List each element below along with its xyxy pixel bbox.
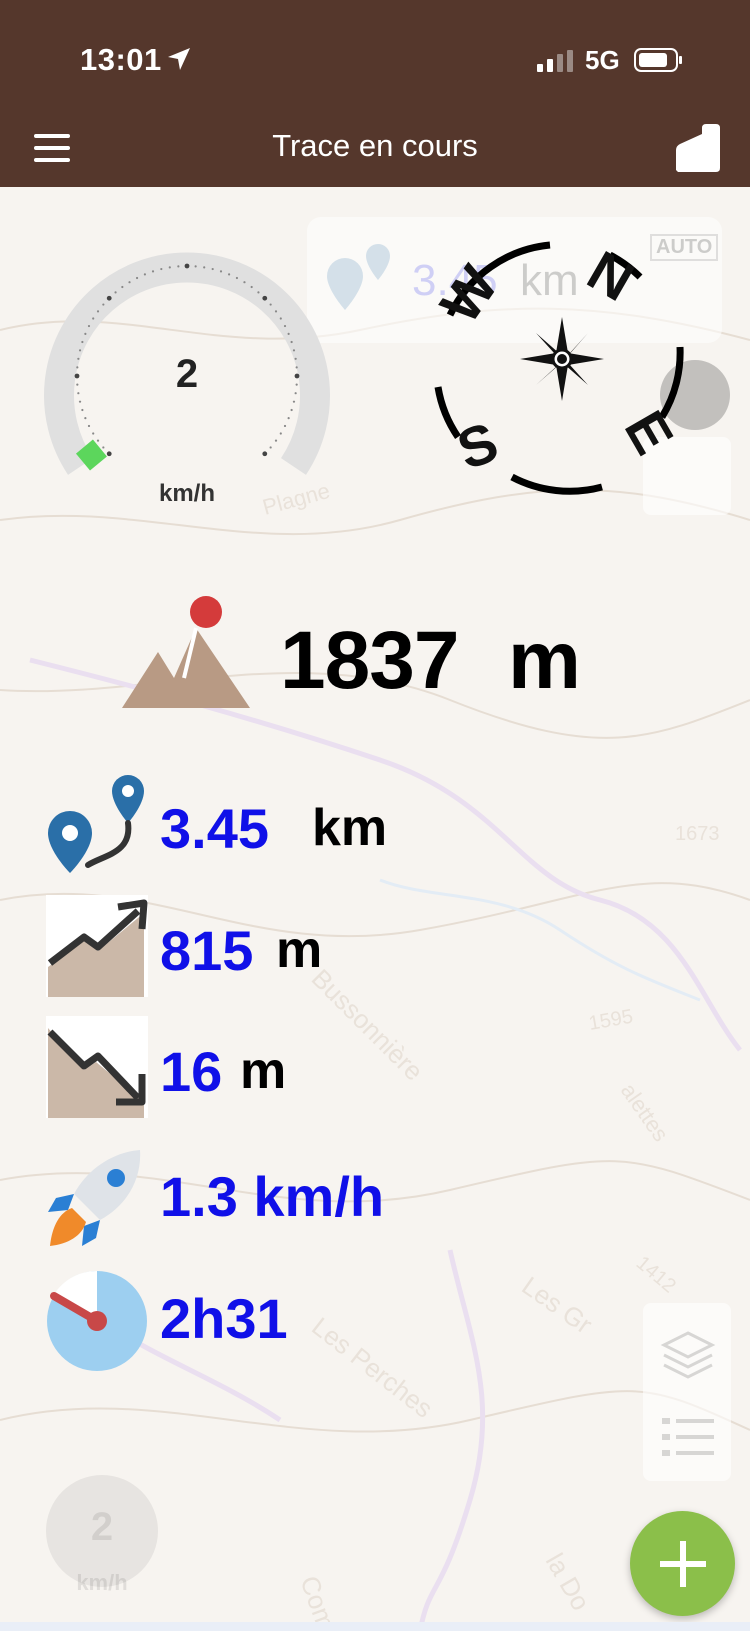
gauge-tick [257,291,260,294]
gauge-tick [121,285,124,289]
gauge-tick [102,446,105,449]
rocket-icon [48,1150,141,1246]
ascent-value: 815 [160,919,254,982]
speed-badge-value: 2 [90,1505,114,1549]
gauge-tick [81,408,84,412]
home-indicator [0,1622,750,1631]
gauge-tick [84,416,87,420]
map-label: 1412 [632,1252,680,1297]
gauge-tick [106,295,112,301]
gauge-tick [92,432,95,435]
average-speed-value: 1.3 km/h [160,1165,385,1228]
status-time: 13:01 [80,42,162,77]
gauge-tick [143,273,147,276]
gauge-tick [177,265,180,268]
speed-badge-unit: km/h [76,1570,128,1595]
map-label: 1673 [675,823,720,845]
gauge-tick [243,281,246,284]
signal-icon [537,50,573,72]
location-arrow-icon [168,48,190,70]
duration-value: 2h31 [160,1287,288,1350]
map-label: 1595 [587,1006,635,1035]
altitude-value: 1837 [280,615,459,706]
gauge-tick [227,273,231,276]
network-type: 5G [585,45,620,75]
nav-bar: Trace en cours [0,110,750,187]
gauge-tick [114,291,117,294]
gauge-tick [274,310,278,313]
gauge-tick [250,285,253,289]
gauge-tick [283,324,287,328]
gauge-tick [203,266,206,269]
gauge-tick [279,317,282,320]
ascent-icon [46,895,148,997]
gauge-tick [128,281,131,284]
gauge-tick [81,340,84,344]
gauge-tick [269,303,272,306]
gauge-tick [106,451,112,457]
layers-icon [660,1331,716,1379]
descent-unit: m [240,1042,287,1100]
gauge-tick [262,295,268,301]
speed-unit: km/h [158,480,215,507]
gauge-tick [96,439,100,442]
gauge-tick [283,424,287,428]
gauge-tick [292,400,296,403]
gauge-tick [102,303,105,306]
gauge-tick [262,451,268,457]
route-icon[interactable] [672,124,722,172]
gauge-tick [151,270,155,273]
gauge-tick [87,424,91,428]
add-button[interactable] [630,1511,735,1616]
descent-icon [46,1016,148,1118]
gauge-tick [78,400,82,403]
compass-rose-icon [520,317,604,401]
status-bar: 13:01 5G [0,0,750,110]
compass-east: E [613,400,686,464]
gauge-tick [168,266,171,269]
ascent-unit: m [276,921,323,979]
mountain-icon [122,596,250,708]
gauge-tick [211,267,214,271]
distance-value: 3.45 [160,797,269,860]
map-label: Les Gr [517,1270,598,1340]
map-label: la Do [540,1548,596,1616]
battery-icon [634,48,682,72]
map-label: Les Perches [306,1311,438,1424]
speed-value: 2 [175,352,199,396]
gauge-tick [184,263,190,269]
altitude-unit: m [508,615,581,706]
gauge-tick [269,446,272,449]
map-label: alettes [616,1079,674,1146]
timer-icon [47,1270,147,1371]
gauge-tick [84,332,87,336]
page-title: Trace en cours [272,128,478,163]
gauge-tick [235,276,239,280]
compass-south: S [449,410,506,482]
compass-north: N [577,238,644,313]
map-label: Bussonnière [306,963,429,1086]
route-pin-icon [48,775,144,873]
gauge-tick [135,276,139,280]
distance-unit: km [312,799,388,857]
gauge-tick [92,317,95,320]
gauge-tick [279,432,282,435]
gauge-tick [96,310,100,313]
gauge-tick [194,265,197,268]
list-icon [662,1418,714,1456]
gauge-tick [290,408,293,412]
gauge-tick [274,439,278,442]
gauge-tick [290,340,293,344]
gauge-tick [287,416,290,420]
compass: N W S E [430,238,686,495]
gauge-tick [160,267,163,271]
plus-icon [660,1541,706,1587]
gauge-tick [219,270,223,273]
gauge-tick [87,324,91,328]
gauge-tick [287,332,290,336]
descent-value: 16 [160,1040,223,1103]
